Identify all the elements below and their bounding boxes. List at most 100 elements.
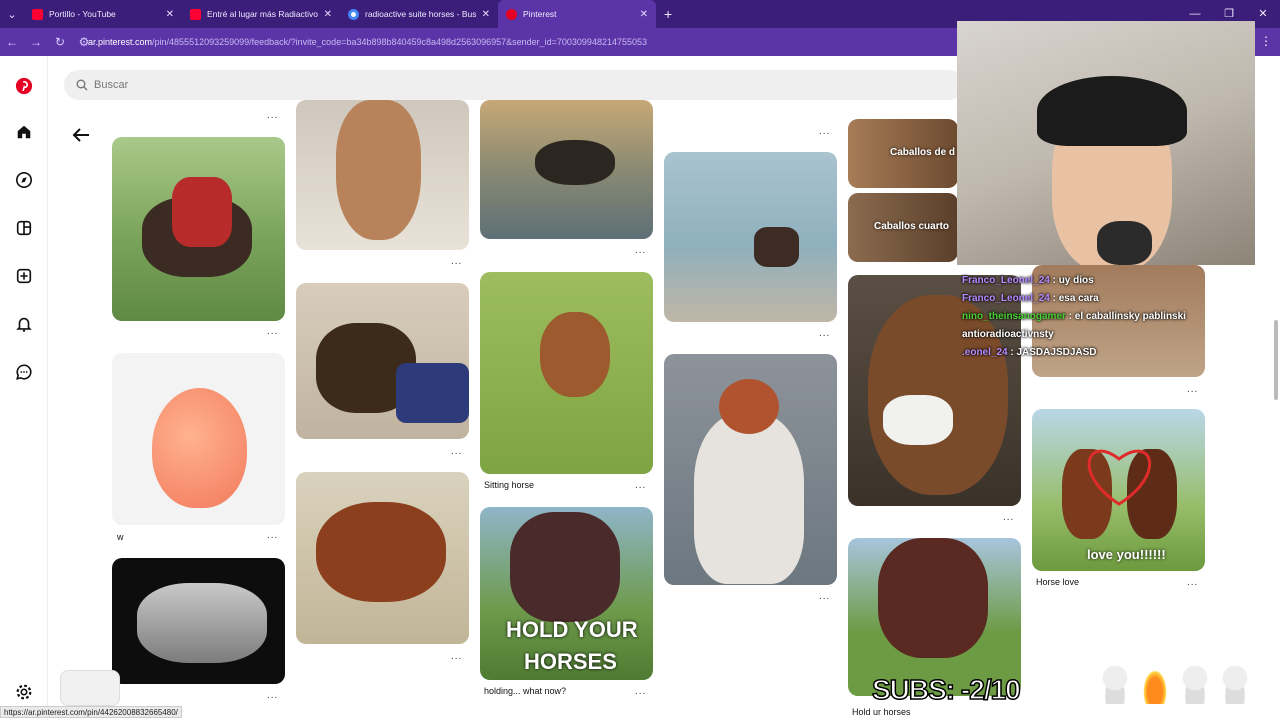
new-tab-icon[interactable]: + (664, 6, 672, 22)
tab-title: Portillo - YouTube (49, 9, 116, 19)
pin-overlay-text: HOLD YOUR (506, 617, 638, 642)
pin-peach-creature[interactable] (112, 353, 285, 525)
pin-horse-closeup[interactable] (296, 100, 469, 250)
microphone-icon (1097, 221, 1152, 265)
webcam-overlay (957, 21, 1255, 265)
google-icon (348, 8, 359, 20)
chat-message: .eonel_24 : JASDAJSDJASD (962, 344, 1202, 362)
url-path: /pin/485551209325909​9/feedback/?invite_… (152, 37, 648, 47)
pin-caption: holding... what now? (484, 686, 567, 696)
horse-shape (316, 502, 446, 602)
pin-more-button[interactable]: ... (267, 326, 278, 337)
pin-more-button[interactable]: ... (451, 256, 462, 267)
armor-shape (137, 583, 267, 663)
horse-head-shape (336, 100, 421, 240)
tab-youtube-radiactivo[interactable]: Entré al lugar más Radiactivo d ✕ (182, 0, 340, 28)
tab-title: Pinterest (523, 9, 557, 19)
pin-armored-dog[interactable] (112, 558, 285, 684)
horse-shape (540, 312, 610, 397)
notifications-bell-icon[interactable] (14, 314, 34, 334)
pin-more-button[interactable]: ... (1003, 512, 1014, 523)
chat-user: Franco_Leonel_24 (962, 275, 1050, 286)
pin-more-button[interactable]: ... (819, 591, 830, 602)
pin-overlay-text: HORSES (524, 649, 617, 674)
pin-hold-your-horses[interactable]: HOLD YOUR HORSES (480, 507, 653, 680)
pin-more-button[interactable]: ... (1187, 577, 1198, 588)
pin-dog-riding-pony[interactable] (112, 137, 285, 321)
pinterest-sidebar (0, 56, 48, 720)
pin-more-button[interactable]: ... (819, 328, 830, 339)
pin-sitting-horse[interactable] (480, 272, 653, 474)
browser-menu-icon[interactable]: ⋮ (1260, 34, 1272, 48)
pin-caption: Horse love (1036, 577, 1080, 587)
pin-more-button[interactable]: ... (267, 110, 278, 121)
chat-message: Franco_Leonel_24 : esa cara (962, 290, 1202, 308)
reload-icon[interactable]: ↻ (48, 35, 72, 49)
back-nav-icon[interactable]: ← (0, 35, 24, 49)
white-horse-shape (694, 414, 804, 584)
peach-shape (152, 388, 247, 508)
pin-caballos-de[interactable]: Caballos de d (848, 119, 958, 188)
pin-overlay-text: Caballos de d (890, 147, 956, 158)
tab-youtube-portillo[interactable]: Portillo - YouTube ✕ (24, 0, 182, 28)
url-field[interactable]: ar.pinterest.com/pin/485551209325909​9/f… (88, 34, 647, 50)
horse-shape (510, 512, 620, 622)
pin-caballos-cuarto[interactable]: Caballos cuarto (848, 193, 958, 262)
close-tab-icon[interactable]: ✕ (482, 9, 490, 20)
horse-shape (878, 538, 988, 658)
pinterest-logo-icon[interactable] (14, 76, 34, 96)
close-tab-icon[interactable]: ✕ (166, 9, 174, 20)
pin-overlay-text: love you!!!!!! (1087, 547, 1166, 562)
close-tab-icon[interactable]: ✕ (324, 9, 332, 20)
boards-icon[interactable] (14, 218, 34, 238)
pin-more-button[interactable]: ... (451, 651, 462, 662)
cat-icon (1180, 664, 1210, 704)
cat-icon (1220, 664, 1250, 704)
close-tab-icon[interactable]: ✕ (640, 9, 648, 20)
pin-caption: Hold ur horses (852, 707, 911, 717)
home-icon[interactable] (14, 122, 34, 142)
chat-text: : uy dios (1049, 275, 1094, 286)
chat-user: nino_theinsanogamer (962, 311, 1066, 322)
blanket-shape (396, 363, 469, 423)
pin-more-button[interactable]: ... (267, 690, 278, 701)
chat-user: Franco_Leonel_24 (962, 293, 1050, 304)
search-input[interactable] (94, 79, 594, 91)
cat-icon (1100, 664, 1130, 704)
subs-goal-counter: SUBS: -2/10 (871, 673, 1021, 706)
tab-pinterest[interactable]: Pinterest ✕ (498, 0, 656, 28)
search-bar[interactable] (64, 70, 964, 100)
pin-german-shepherd[interactable] (296, 283, 469, 439)
chat-text: : JASDAJSDJASD (1007, 347, 1097, 358)
tab-search-chevron-icon[interactable]: ⌄ (0, 0, 24, 28)
pin-caption: w (117, 532, 124, 542)
pinterest-icon (506, 8, 517, 20)
pin-more-button[interactable]: ... (819, 126, 830, 137)
pin-more-button[interactable]: ... (1187, 384, 1198, 395)
pin-more-button[interactable]: ... (451, 446, 462, 457)
back-arrow-icon[interactable] (70, 124, 92, 146)
pin-horse-love[interactable]: love you!!!!!! (1032, 409, 1205, 571)
tab-title: radioactive suite horses - Busca (365, 9, 476, 19)
forward-nav-icon[interactable]: → (24, 35, 48, 49)
pin-hold-ur-horses[interactable] (848, 538, 1021, 696)
board-thumbnail[interactable] (60, 670, 120, 706)
search-icon (76, 79, 88, 91)
settings-gear-icon[interactable] (14, 682, 34, 702)
create-icon[interactable] (14, 266, 34, 286)
messages-icon[interactable] (14, 362, 34, 382)
pin-more-button[interactable]: ... (635, 245, 646, 256)
pin-overlay-text: Caballos cuarto (874, 221, 950, 232)
explore-icon[interactable] (14, 170, 34, 190)
pin-more-button[interactable]: ... (635, 686, 646, 697)
pin-more-button[interactable]: ... (635, 480, 646, 491)
pin-horse-with-chicken[interactable] (664, 354, 837, 585)
pin-horse-on-beach[interactable] (664, 152, 837, 322)
pin-more-button[interactable]: ... (267, 530, 278, 541)
pin-caption: Sitting horse (484, 480, 535, 490)
pin-running-horse[interactable] (296, 472, 469, 644)
pin-pig-reflection[interactable] (480, 100, 653, 239)
tab-google-search[interactable]: radioactive suite horses - Busca ✕ (340, 0, 498, 28)
horse-shape (754, 227, 799, 267)
page-scrollbar[interactable] (1274, 320, 1278, 400)
